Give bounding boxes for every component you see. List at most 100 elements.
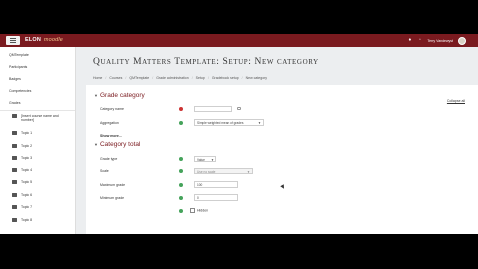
hamburger-line — [10, 42, 16, 43]
sidebar-item-label: [Insert course name and number] — [21, 114, 59, 122]
required-icon — [179, 107, 183, 111]
chevron-down-icon: ▼ — [211, 158, 214, 162]
keyboard-icon — [237, 107, 241, 110]
sidebar-item-topic-2[interactable]: Topic 2 — [12, 144, 32, 148]
bell-icon[interactable]: ♦ — [407, 38, 412, 43]
divider — [0, 110, 75, 111]
folder-icon — [12, 218, 17, 222]
section-title: Grade category — [99, 92, 145, 99]
page-title: Quality Matters Template: Setup: New cat… — [93, 57, 319, 67]
site-logo[interactable]: ELON moodle — [25, 37, 63, 43]
sidebar-item-label: Topic 3 — [21, 156, 33, 160]
sidebar-item-label: Topic 7 — [21, 205, 33, 209]
max-grade-input[interactable] — [194, 181, 238, 188]
aggregation-select[interactable]: Simple weighted mean of grades ▼ — [194, 119, 264, 126]
max-grade-label: Maximum grade — [100, 183, 126, 187]
checkbox-box[interactable] — [190, 208, 195, 213]
sidebar-item-label: Topic 6 — [21, 193, 33, 197]
sidebar-item-topic-4[interactable]: Topic 4 — [12, 168, 32, 172]
top-navbar: ELON moodle ♦ ▫ Terry Vandewyst — [0, 34, 478, 47]
sidebar-item-label: Topic 2 — [21, 144, 33, 148]
hamburger-line — [10, 38, 16, 39]
min-grade-label: Minimum grade — [100, 196, 125, 200]
breadcrumb-separator: / — [125, 76, 127, 80]
brand-sub: moodle — [43, 37, 64, 43]
sidebar-item-topic-3[interactable]: Topic 3 — [12, 156, 32, 160]
grade-type-value: Value — [197, 158, 205, 162]
hidden-checkbox[interactable]: Hidden — [190, 208, 208, 213]
sidebar-item-topic-5[interactable]: Topic 5 — [12, 180, 32, 184]
help-icon[interactable] — [179, 157, 183, 161]
sidebar-item-label: Topic 8 — [21, 218, 33, 222]
scale-value: Use no scale — [197, 170, 216, 174]
brand-name: ELON — [25, 37, 42, 43]
section-grade-category[interactable]: ▼ Grade category — [94, 92, 145, 99]
category-name-label: Category name — [100, 107, 124, 111]
folder-icon — [12, 156, 17, 160]
folder-icon — [12, 131, 17, 135]
breadcrumb-courses[interactable]: Courses — [109, 76, 122, 80]
section-title: Category total — [99, 141, 141, 148]
sidebar-item-label: Topic 5 — [21, 180, 33, 184]
breadcrumb-gradebook-setup[interactable]: Gradebook setup — [212, 76, 239, 80]
form-card: Collapse all ▼ Grade category Category n… — [86, 85, 478, 234]
show-more-link[interactable]: Show more... — [100, 134, 122, 138]
folder-icon — [12, 180, 17, 184]
breadcrumb-separator: / — [241, 76, 243, 80]
aggregation-value: Simple weighted mean of grades — [197, 121, 244, 125]
breadcrumb-separator: / — [105, 76, 107, 80]
breadcrumb-separator: / — [207, 76, 209, 80]
folder-icon — [12, 193, 17, 197]
scale-label: Scale — [100, 169, 109, 173]
sidebar-item-topic-7[interactable]: Topic 7 — [12, 205, 32, 209]
sidebar-item-grades[interactable]: Grades — [9, 101, 20, 105]
help-icon[interactable] — [179, 121, 183, 125]
sidebar-item-competencies[interactable]: Competencies — [9, 89, 31, 93]
sidebar-item-label: Topic 4 — [21, 168, 33, 172]
sidebar-item-participants[interactable]: Participants — [9, 65, 27, 69]
sidebar-item-badges[interactable]: Badges — [9, 77, 21, 81]
breadcrumb-separator: / — [191, 76, 193, 80]
grade-type-label: Grade type — [100, 157, 118, 161]
collapse-all-link[interactable]: Collapse all — [447, 99, 465, 103]
caret-down-icon: ▼ — [94, 93, 98, 98]
sidebar-item-label: Topic 1 — [21, 131, 33, 135]
folder-icon — [12, 168, 17, 172]
grade-type-select[interactable]: Value ▼ — [194, 156, 216, 162]
sidebar-item-topic-1[interactable]: Topic 1 — [12, 131, 32, 135]
sidebar-item-topic-8[interactable]: Topic 8 — [12, 218, 32, 222]
aggregation-label: Aggregation — [100, 121, 119, 125]
min-grade-input[interactable] — [194, 194, 238, 201]
user-nav: ♦ ▫ Terry Vandewyst — [407, 36, 466, 45]
breadcrumb-course[interactable]: QMTemplate — [129, 76, 149, 80]
nav-drawer: QMTemplate Participants Badges Competenc… — [0, 47, 76, 234]
section-category-total[interactable]: ▼ Category total — [94, 141, 140, 148]
chevron-down-icon: ▼ — [258, 121, 261, 125]
caret-down-icon: ▼ — [94, 142, 98, 147]
main-region: Quality Matters Template: Setup: New cat… — [86, 47, 478, 234]
breadcrumb-grade-admin[interactable]: Grade administration — [156, 76, 189, 80]
avatar[interactable] — [458, 36, 466, 45]
help-icon[interactable] — [179, 183, 183, 187]
user-name[interactable]: Terry Vandewyst — [427, 39, 453, 43]
chevron-down-icon: ▼ — [247, 170, 250, 174]
folder-icon — [12, 114, 17, 118]
sidebar-item-course-section[interactable]: [Insert course name and number] — [12, 114, 65, 122]
chat-icon[interactable]: ▫ — [417, 38, 422, 43]
breadcrumb: Home / Courses / QMTemplate / Grade admi… — [93, 76, 267, 80]
help-icon[interactable] — [179, 169, 183, 173]
breadcrumb-home[interactable]: Home — [93, 76, 102, 80]
help-icon[interactable] — [179, 209, 183, 213]
hamburger-line — [10, 40, 16, 41]
browser-viewport: ELON moodle ♦ ▫ Terry Vandewyst QMTempla… — [0, 34, 478, 234]
category-name-input[interactable] — [194, 106, 232, 112]
help-icon[interactable] — [179, 196, 183, 200]
sidebar-item-topic-6[interactable]: Topic 6 — [12, 193, 32, 197]
scale-select[interactable]: Use no scale ▼ — [194, 168, 253, 174]
breadcrumb-current: New category — [245, 76, 268, 80]
breadcrumb-setup[interactable]: Setup — [196, 76, 205, 80]
folder-icon — [12, 205, 17, 209]
sidebar-item-course[interactable]: QMTemplate — [9, 53, 29, 57]
menu-toggle-button[interactable] — [6, 36, 20, 45]
hidden-label: Hidden — [197, 208, 209, 213]
